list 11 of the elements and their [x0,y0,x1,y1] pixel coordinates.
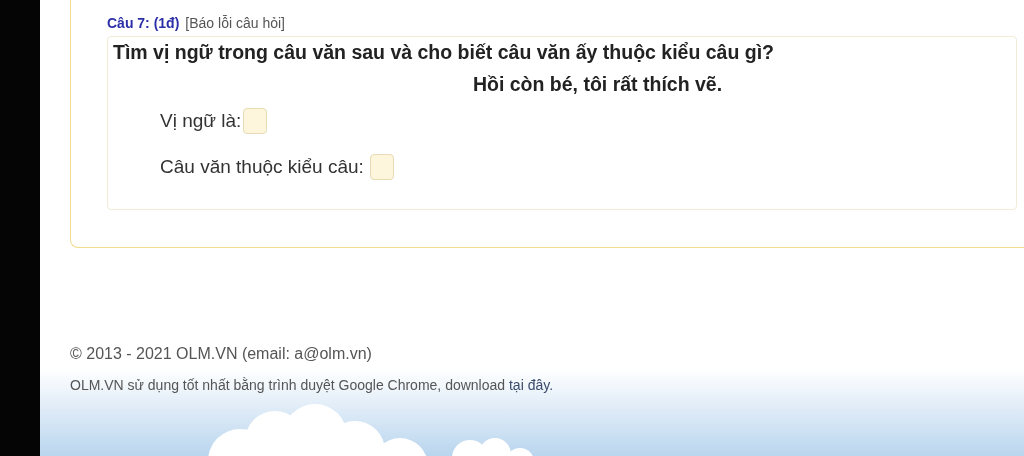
blank-label: Vị ngữ là: [160,110,242,132]
report-link[interactable]: [Báo lỗi câu hỏi] [185,15,285,31]
answer-box[interactable] [243,108,268,134]
question-number: Câu 7: (1đ) [107,15,180,31]
question-prompt: Tìm vị ngữ trong câu văn sau và cho biết câu văn ấy thuộc kiểu câu gì? [113,41,776,64]
copyright-text: © 2013 - 2021 OLM.VN (email: a@olm.vn) [70,345,373,363]
download-link[interactable]: tại đây. [508,377,554,393]
blank-label: Câu văn thuộc kiểu câu: [160,156,364,178]
example-sentence: Hồi còn bé, tôi rất thích vẽ. [471,73,724,96]
browser-note: OLM.VN sử dụng tốt nhất bằng trình duyệt Google Chrome, download tại đây. [70,377,555,393]
answer-box[interactable] [369,154,394,180]
